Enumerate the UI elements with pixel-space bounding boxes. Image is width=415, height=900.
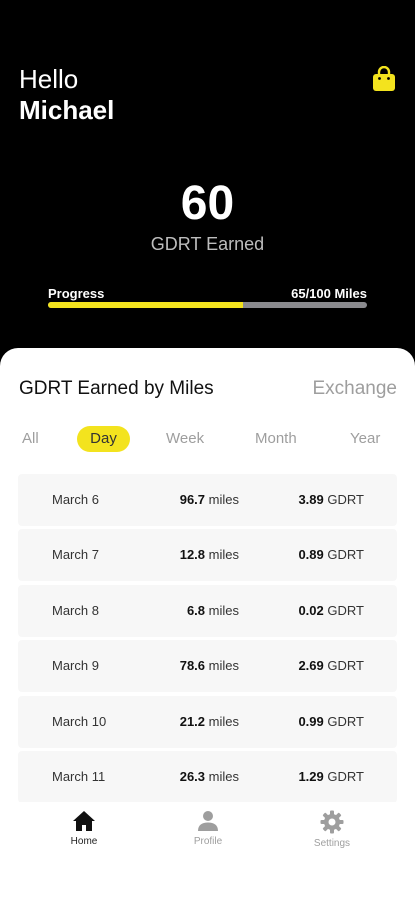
exchange-button[interactable]: Exchange bbox=[312, 378, 397, 400]
list-item[interactable]: March 7 12.8 miles 0.89 GDRT bbox=[18, 529, 397, 582]
row-gdrt: 3.89 GDRT bbox=[298, 492, 364, 507]
row-date: March 6 bbox=[52, 492, 99, 507]
nav-home[interactable]: Home bbox=[44, 810, 124, 847]
gear-icon bbox=[292, 810, 372, 834]
progress-bar-fill bbox=[48, 302, 243, 308]
tab-day[interactable]: Day bbox=[77, 426, 130, 452]
username: Michael bbox=[19, 95, 115, 125]
list-item[interactable]: March 11 26.3 miles 1.29 GDRT bbox=[18, 750, 397, 803]
nav-label-profile: Profile bbox=[193, 836, 223, 847]
row-date: March 10 bbox=[52, 713, 107, 729]
bottom-nav: Home Profile Settings bbox=[0, 802, 415, 900]
nav-settings[interactable]: Settings bbox=[292, 810, 372, 849]
home-icon bbox=[44, 810, 124, 832]
list-item[interactable]: March 8 6.8 miles 0.02 GDRT bbox=[18, 584, 397, 637]
tab-all[interactable]: All bbox=[22, 426, 39, 452]
row-gdrt: 0.02 GDRT bbox=[298, 602, 364, 618]
row-gdrt: 0.99 GDRT bbox=[298, 713, 364, 729]
progress-count: 65/100 Miles bbox=[291, 286, 367, 301]
shopping-bag-icon[interactable] bbox=[372, 65, 396, 92]
row-gdrt: 2.69 GDRT bbox=[298, 658, 364, 674]
greeting: Hello bbox=[19, 64, 79, 94]
row-date: March 8 bbox=[52, 602, 99, 618]
row-miles: 78.6 miles bbox=[179, 658, 239, 674]
row-gdrt: 0.89 GDRT bbox=[298, 547, 364, 563]
row-date: March 9 bbox=[52, 658, 99, 674]
progress-bar bbox=[48, 302, 367, 308]
earned-label: GDRT Earned bbox=[150, 234, 265, 254]
panel-title: GDRT Earned by Miles bbox=[19, 378, 214, 399]
row-miles: 21.2 miles bbox=[179, 713, 239, 729]
nav-profile[interactable]: Profile bbox=[168, 810, 248, 847]
row-miles: 96.7 miles bbox=[179, 492, 239, 507]
row-miles: 26.3 miles bbox=[179, 768, 239, 784]
list-item[interactable]: March 9 78.6 miles 2.69 GDRT bbox=[18, 640, 397, 693]
progress-label: Progress bbox=[48, 286, 105, 301]
tab-year[interactable]: Year bbox=[350, 426, 380, 452]
earned-value: 60 bbox=[180, 177, 235, 230]
row-date: March 11 bbox=[52, 768, 106, 784]
profile-icon bbox=[168, 810, 248, 832]
nav-label-home: Home bbox=[70, 836, 98, 847]
tab-month[interactable]: Month bbox=[255, 426, 297, 452]
row-gdrt: 1.29 GDRT bbox=[298, 768, 364, 784]
nav-label-settings: Settings bbox=[313, 838, 351, 849]
header: Hello Michael 60 GDRT Earned Progress 65… bbox=[0, 0, 415, 380]
row-miles: 12.8 miles bbox=[179, 547, 239, 563]
list-item[interactable]: March 10 21.2 miles 0.99 GDRT bbox=[18, 695, 397, 748]
earnings-list: March 6 96.7 miles 3.89 GDRT March 7 12.… bbox=[18, 474, 397, 806]
row-miles: 6.8 miles bbox=[186, 602, 239, 618]
tab-week[interactable]: Week bbox=[166, 426, 204, 452]
row-date: March 7 bbox=[52, 547, 99, 563]
list-item[interactable]: March 6 96.7 miles 3.89 GDRT bbox=[18, 474, 397, 526]
